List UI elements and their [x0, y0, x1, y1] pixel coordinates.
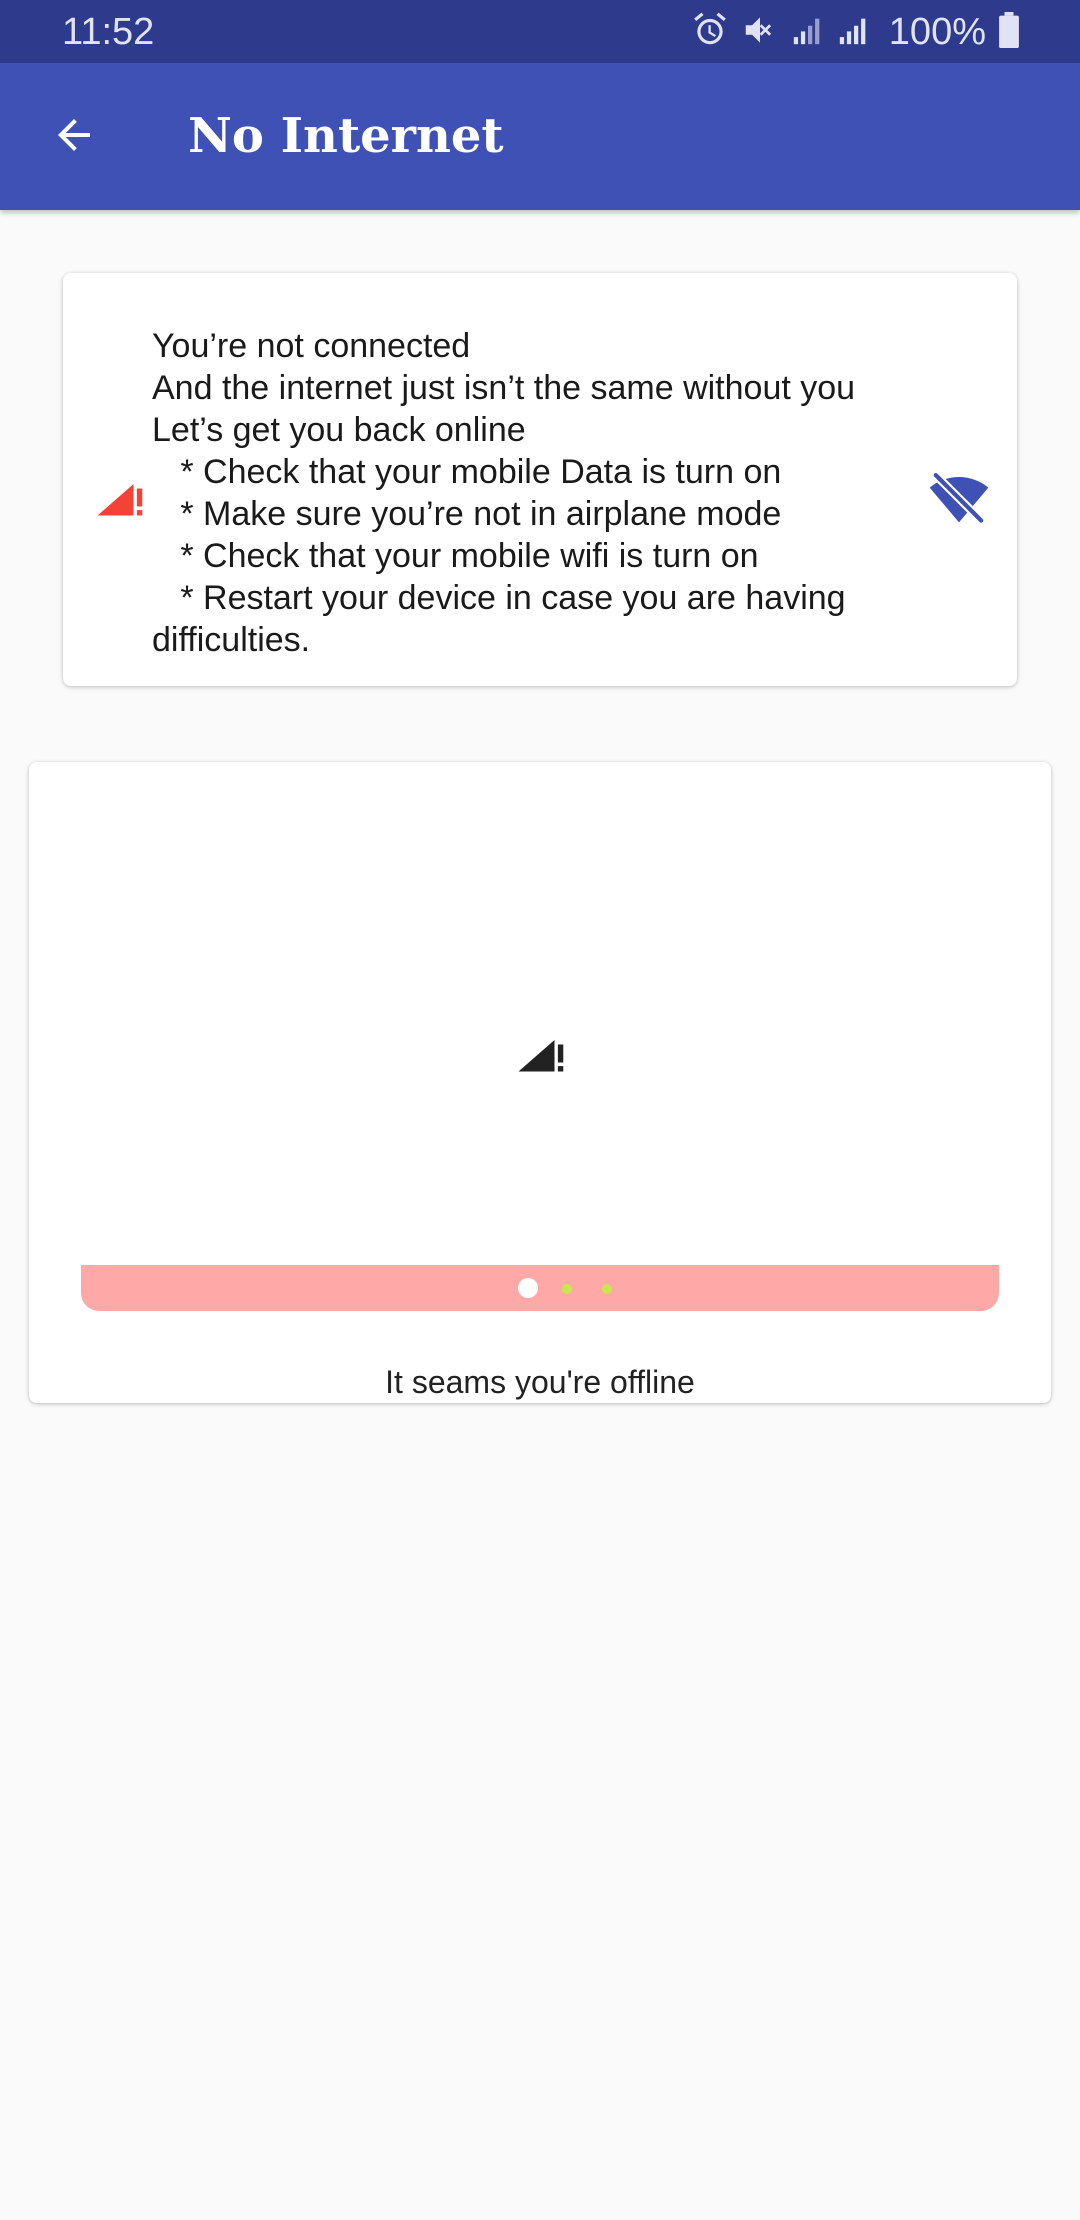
- loading-dot: [562, 1284, 572, 1294]
- info-card: You’re not connected And the internet ju…: [63, 273, 1017, 686]
- page-title: No Internet: [188, 108, 504, 164]
- alarm-icon: [691, 11, 729, 54]
- loading-dot: [518, 1278, 538, 1298]
- offline-message: It seams you're offline: [385, 1364, 695, 1400]
- back-button[interactable]: [36, 99, 112, 175]
- loading-dot: [602, 1284, 612, 1294]
- battery-icon: [998, 11, 1020, 53]
- signal-icon: [837, 13, 871, 52]
- loading-indicator: [81, 1265, 999, 1311]
- offline-card: It seams you're offline: [29, 762, 1051, 1403]
- info-text: You’re not connected And the internet ju…: [152, 327, 856, 659]
- status-icons: 100%: [691, 10, 1020, 54]
- app-bar: No Internet: [0, 63, 1080, 210]
- signal-alert-icon: [514, 1022, 568, 1076]
- battery-percentage: 100%: [888, 11, 986, 53]
- signal-alert-icon: [93, 466, 147, 520]
- status-bar: 11:52 100%: [0, 0, 1080, 63]
- mute-icon: [741, 11, 779, 54]
- signal-icon: [791, 13, 825, 52]
- wifi-off-icon: [927, 465, 991, 529]
- arrow-back-icon: [50, 111, 98, 164]
- status-time: 11:52: [62, 11, 155, 53]
